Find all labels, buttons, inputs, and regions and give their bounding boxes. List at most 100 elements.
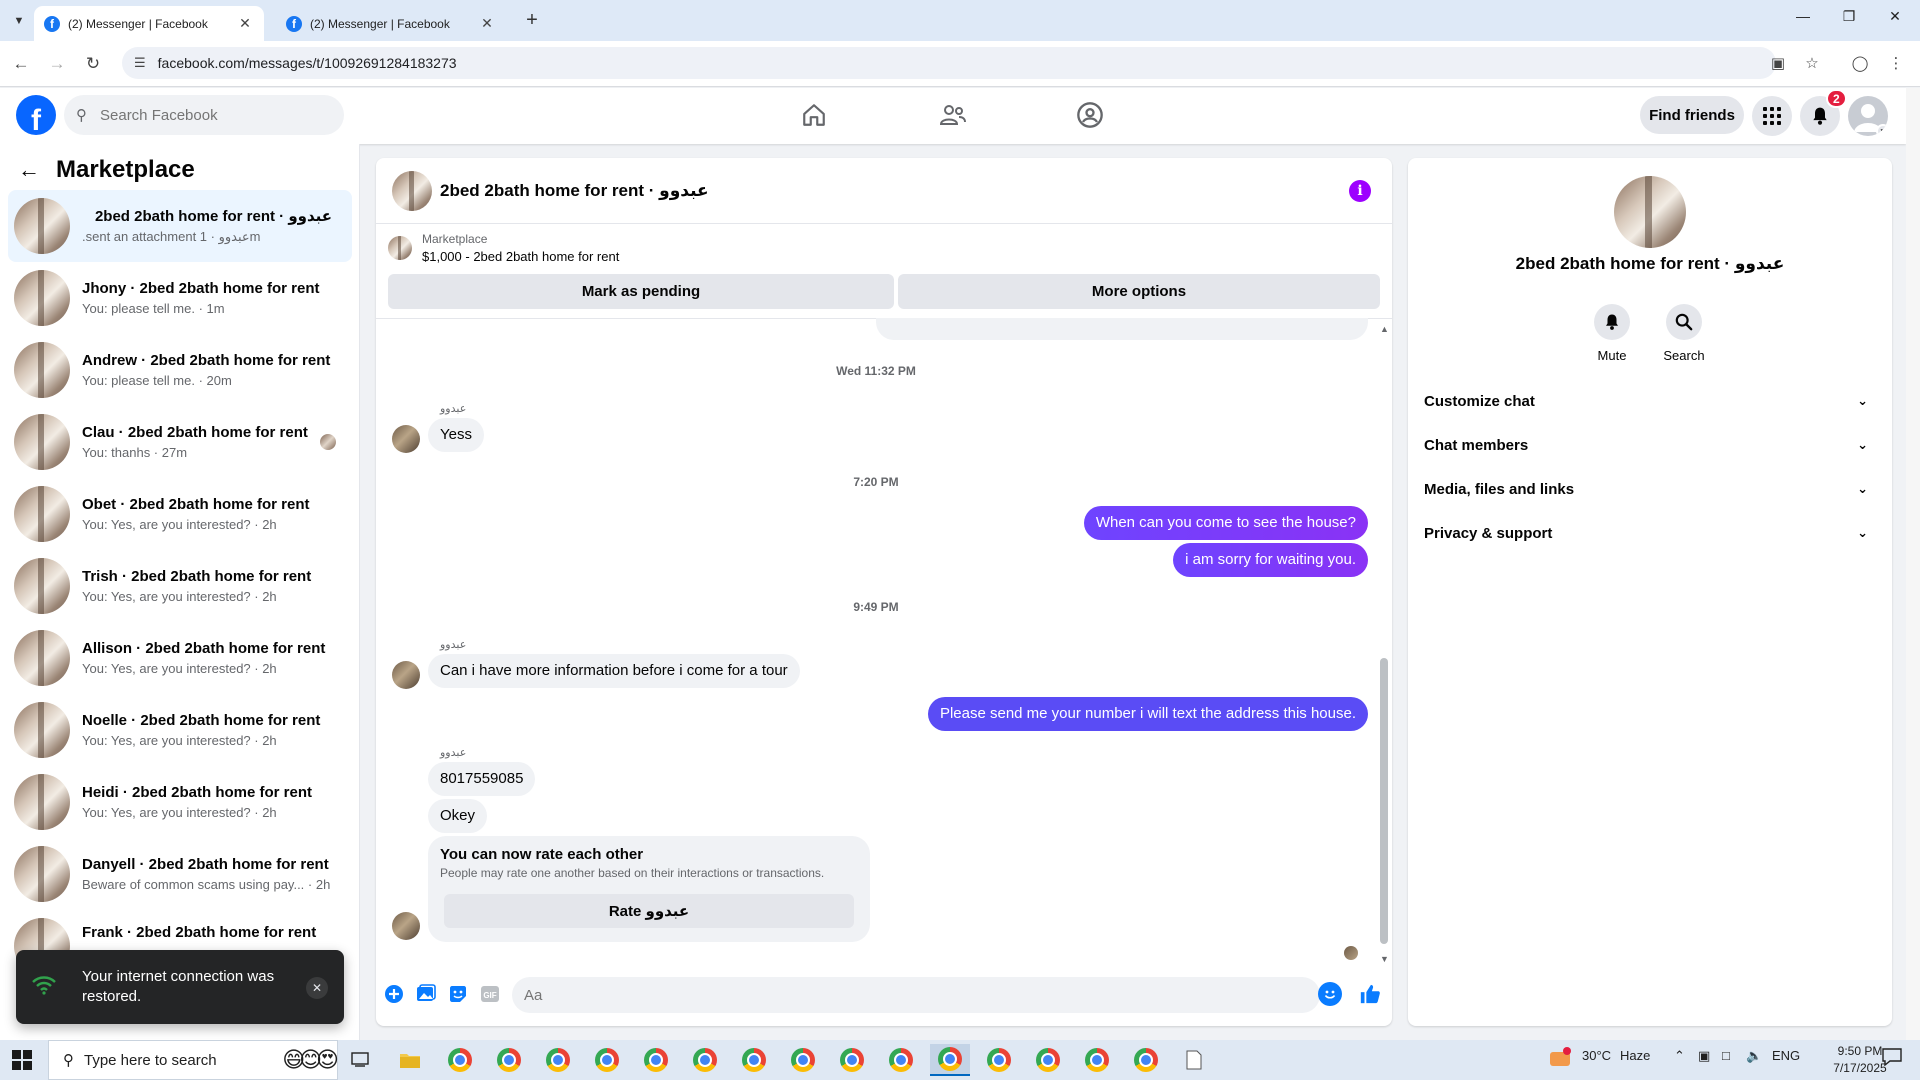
sender-avatar[interactable] <box>392 912 420 940</box>
chrome-taskbar-icon[interactable] <box>489 1044 529 1076</box>
facebook-logo[interactable]: f <box>16 95 56 135</box>
gif-icon[interactable]: GIF <box>478 982 502 1006</box>
scroll-down-icon[interactable]: ▼ <box>1380 954 1389 964</box>
conversation-item[interactable]: Trish · 2bed 2bath home for rent You: Yes… <box>8 550 352 622</box>
browser-tab-active[interactable]: f (2) Messenger | Facebook ✕ <box>34 6 264 41</box>
chrome-taskbar-icon[interactable] <box>1077 1044 1117 1076</box>
incoming-message[interactable]: Yess <box>428 418 484 452</box>
menu-grid-icon[interactable] <box>1752 96 1792 136</box>
browser-menu-icon[interactable]: ⋮ <box>1884 51 1908 75</box>
browser-tab[interactable]: f (2) Messenger | Facebook ✕ <box>276 6 506 41</box>
taskbar-search[interactable]: ⚲ Type here to search 😄😊😍 <box>48 1040 339 1080</box>
window-close-icon[interactable]: ✕ <box>1872 8 1918 25</box>
mute-button[interactable]: Mute <box>1582 304 1642 363</box>
meet-now-icon[interactable]: ▣ <box>1698 1048 1710 1064</box>
install-app-icon[interactable]: ▣ <box>1766 51 1790 75</box>
chrome-taskbar-icon[interactable] <box>881 1044 921 1076</box>
site-info-icon[interactable]: ☰ <box>134 55 146 71</box>
toast-close-icon[interactable]: ✕ <box>306 977 328 999</box>
chrome-taskbar-icon[interactable] <box>1126 1044 1166 1076</box>
chrome-taskbar-icon[interactable] <box>979 1044 1019 1076</box>
groups-icon[interactable] <box>1073 98 1107 132</box>
file-explorer-icon[interactable] <box>390 1044 430 1076</box>
mark-as-pending-button[interactable]: Mark as pending <box>388 274 894 309</box>
page-scrollbar[interactable] <box>1906 88 1920 1040</box>
minimize-icon[interactable]: — <box>1780 8 1826 24</box>
reload-icon[interactable]: ↻ <box>80 51 106 77</box>
conversation-item[interactable]: Noelle · 2bed 2bath home for rent You: Ye… <box>8 694 352 766</box>
conversation-item[interactable]: Andrew · 2bed 2bath home for rent You: pl… <box>8 334 352 406</box>
chrome-taskbar-icon-active[interactable] <box>930 1044 970 1076</box>
network-icon[interactable]: □ <box>1722 1048 1730 1063</box>
photo-icon[interactable] <box>414 982 438 1006</box>
account-avatar[interactable]: ▼ <box>1848 96 1888 136</box>
weather-desc[interactable]: Haze <box>1620 1048 1650 1063</box>
weather-temp[interactable]: 30°C <box>1582 1048 1611 1063</box>
tab-close-icon[interactable]: ✕ <box>478 15 496 32</box>
chrome-taskbar-icon[interactable] <box>636 1044 676 1076</box>
chrome-taskbar-icon[interactable] <box>783 1044 823 1076</box>
outgoing-message[interactable]: When can you come to see the house? <box>1083 506 1368 540</box>
privacy-support-row[interactable]: Privacy & support ⌄ <box>1416 511 1884 555</box>
emoji-icon[interactable] <box>1318 982 1342 1006</box>
address-bar[interactable]: ☰ facebook.com/messages/t/10092691284183… <box>122 47 1776 79</box>
facebook-search[interactable]: ⚲ <box>64 95 344 135</box>
chrome-taskbar-icon[interactable] <box>538 1044 578 1076</box>
message-composer[interactable] <box>512 977 1320 1013</box>
thread-scrollbar[interactable]: ▲ ▼ <box>1378 324 1390 964</box>
sender-avatar[interactable] <box>392 661 420 689</box>
tab-search-chevron-icon[interactable]: ▼ <box>8 10 30 32</box>
search-in-conversation-button[interactable]: Search <box>1654 304 1714 363</box>
document-taskbar-icon[interactable] <box>1174 1044 1214 1076</box>
facebook-search-input[interactable] <box>100 106 320 124</box>
sender-avatar[interactable] <box>392 425 420 453</box>
more-options-button[interactable]: More options <box>898 274 1380 309</box>
thumbs-up-icon[interactable] <box>1358 982 1382 1006</box>
chrome-taskbar-icon[interactable] <box>440 1044 480 1076</box>
incoming-message[interactable]: 8017559085 <box>428 762 536 796</box>
conversation-item[interactable]: Danyell · 2bed 2bath home for rent Beware… <box>8 838 352 910</box>
home-icon[interactable] <box>797 98 831 132</box>
chrome-taskbar-icon[interactable] <box>1028 1044 1068 1076</box>
tray-chevron-up-icon[interactable]: ⌃ <box>1674 1048 1685 1064</box>
chrome-taskbar-icon[interactable] <box>832 1044 872 1076</box>
conversation-item[interactable]: Allison · 2bed 2bath home for rent You: Y… <box>8 622 352 694</box>
bookmark-star-icon[interactable]: ☆ <box>1800 51 1824 75</box>
chrome-taskbar-icon[interactable] <box>734 1044 774 1076</box>
windows-start-icon[interactable] <box>12 1050 32 1070</box>
conversation-item[interactable]: Heidi · 2bed 2bath home for rent You: Yes… <box>8 766 352 838</box>
action-center-icon[interactable] <box>1882 1048 1902 1069</box>
incoming-message[interactable]: Can i have more information before i com… <box>428 654 800 688</box>
scrollbar-thumb[interactable] <box>1380 658 1388 944</box>
incoming-message[interactable]: Okey <box>428 799 488 833</box>
back-arrow-icon[interactable]: ← <box>18 157 40 183</box>
conversation-item[interactable]: Obet · 2bed 2bath home for rent You: Yes,… <box>8 478 352 550</box>
restore-icon[interactable]: ❐ <box>1826 8 1872 25</box>
chat-header[interactable]: 2bed 2bath home for rent · عبدوو <box>376 158 1392 224</box>
marketplace-listing[interactable]: Marketplace $1,000 - 2bed 2bath home for… <box>388 232 619 264</box>
friends-icon[interactable] <box>936 98 970 132</box>
sticker-icon[interactable] <box>446 982 470 1006</box>
add-actions-icon[interactable] <box>382 982 406 1006</box>
new-tab-button[interactable]: + <box>520 9 544 32</box>
conversation-item[interactable]: Clau · 2bed 2bath home for rent You: than… <box>8 406 352 478</box>
forward-arrow-icon[interactable]: → <box>44 51 70 77</box>
scroll-up-icon[interactable]: ▲ <box>1380 324 1389 334</box>
task-view-icon[interactable] <box>340 1044 380 1076</box>
rate-button[interactable]: Rate عبدوو <box>444 894 854 928</box>
back-arrow-icon[interactable]: ← <box>8 51 34 77</box>
tab-close-icon[interactable]: ✕ <box>236 15 254 32</box>
media-files-links-row[interactable]: Media, files and links ⌄ <box>1416 467 1884 511</box>
volume-icon[interactable]: 🔈 <box>1746 1048 1762 1064</box>
weather-icon[interactable] <box>1548 1046 1572 1071</box>
find-friends-button[interactable]: Find friends <box>1640 96 1744 134</box>
chat-members-row[interactable]: Chat members ⌄ <box>1416 423 1884 467</box>
outgoing-message[interactable]: Please send me your number i will text t… <box>927 697 1368 731</box>
conversation-item[interactable]: 2bed 2bath home for rent · عبدوو .sent an… <box>8 190 352 262</box>
chrome-taskbar-icon[interactable] <box>685 1044 725 1076</box>
message-input[interactable] <box>524 986 1264 1004</box>
customize-chat-row[interactable]: Customize chat ⌄ <box>1416 379 1884 423</box>
outgoing-message[interactable]: i am sorry for waiting you. <box>1173 543 1368 577</box>
language-indicator[interactable]: ENG <box>1772 1048 1800 1063</box>
conversation-item[interactable]: Jhony · 2bed 2bath home for rent You: ple… <box>8 262 352 334</box>
